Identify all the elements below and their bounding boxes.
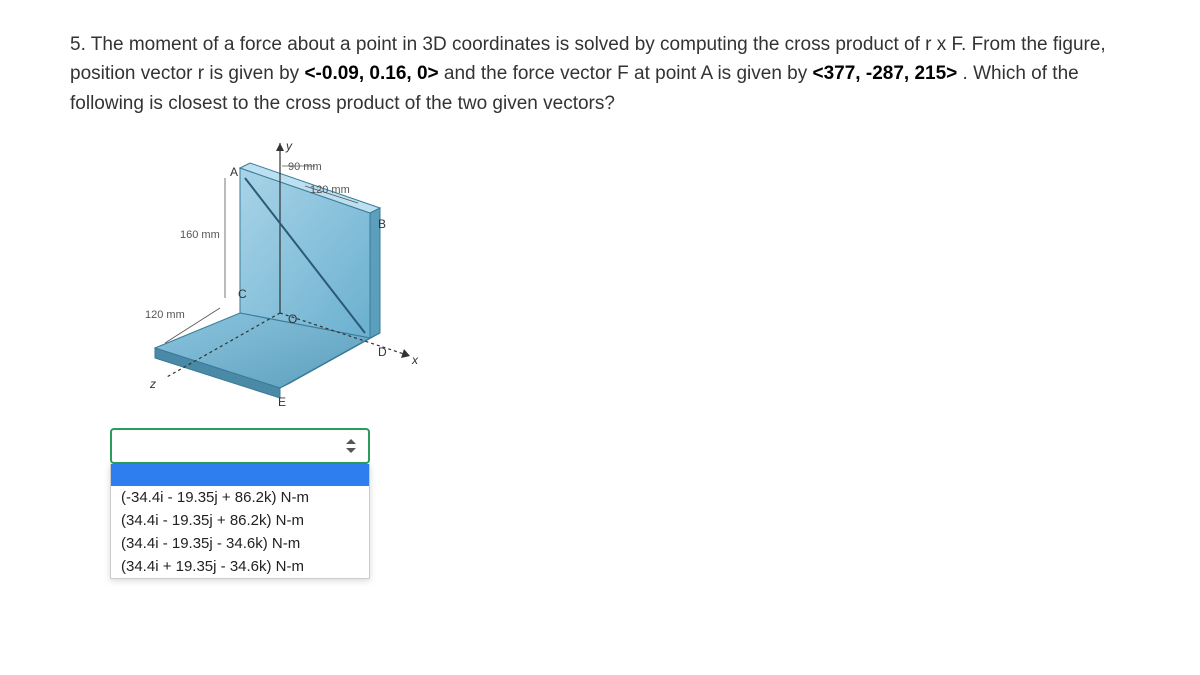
dim-120b: 120 mm [145, 309, 185, 321]
point-a-label: A [230, 165, 238, 179]
chevron-updown-icon [346, 439, 356, 453]
dropdown-options-list: (-34.4i - 19.35j + 86.2k) N-m (34.4i - 1… [110, 464, 370, 579]
dropdown-option-3[interactable]: (34.4i - 19.35j - 34.6k) N-m [111, 532, 369, 555]
dropdown-option-1[interactable]: (-34.4i - 19.35j + 86.2k) N-m [111, 486, 369, 509]
axis-x-label: x [411, 353, 419, 367]
question-text-2: and the force vector F at point A is giv… [444, 63, 813, 84]
point-o-label: O [288, 312, 297, 326]
dim-160: 160 mm [180, 229, 220, 241]
axis-z-label: z [149, 377, 156, 391]
axis-y-label: y [285, 139, 293, 153]
point-c-label: C [238, 287, 247, 301]
answer-dropdown[interactable] [110, 428, 370, 464]
point-d-label: D [378, 345, 387, 359]
question-text: 5. The moment of a force about a point i… [70, 30, 1130, 118]
vector-r: <-0.09, 0.16, 0> [304, 63, 438, 84]
answer-dropdown-area: (-34.4i - 19.35j + 86.2k) N-m (34.4i - 1… [110, 428, 1130, 579]
vector-f: <377, -287, 215> [813, 63, 958, 84]
dropdown-option-2[interactable]: (34.4i - 19.35j + 86.2k) N-m [111, 509, 369, 532]
figure-3d-bracket: y x z A B C D E O 90 mm 120 mm 160 mm 12… [110, 138, 420, 418]
point-e-label: E [278, 395, 286, 409]
question-number: 5. [70, 34, 86, 55]
dropdown-option-empty[interactable] [111, 464, 369, 486]
dim-90: 90 mm [288, 161, 322, 173]
dropdown-option-4[interactable]: (34.4i + 19.35j - 34.6k) N-m [111, 555, 369, 578]
figure-svg: y x z A B C D E O 90 mm 120 mm 160 mm 12… [110, 138, 420, 418]
point-b-label: B [378, 217, 386, 231]
